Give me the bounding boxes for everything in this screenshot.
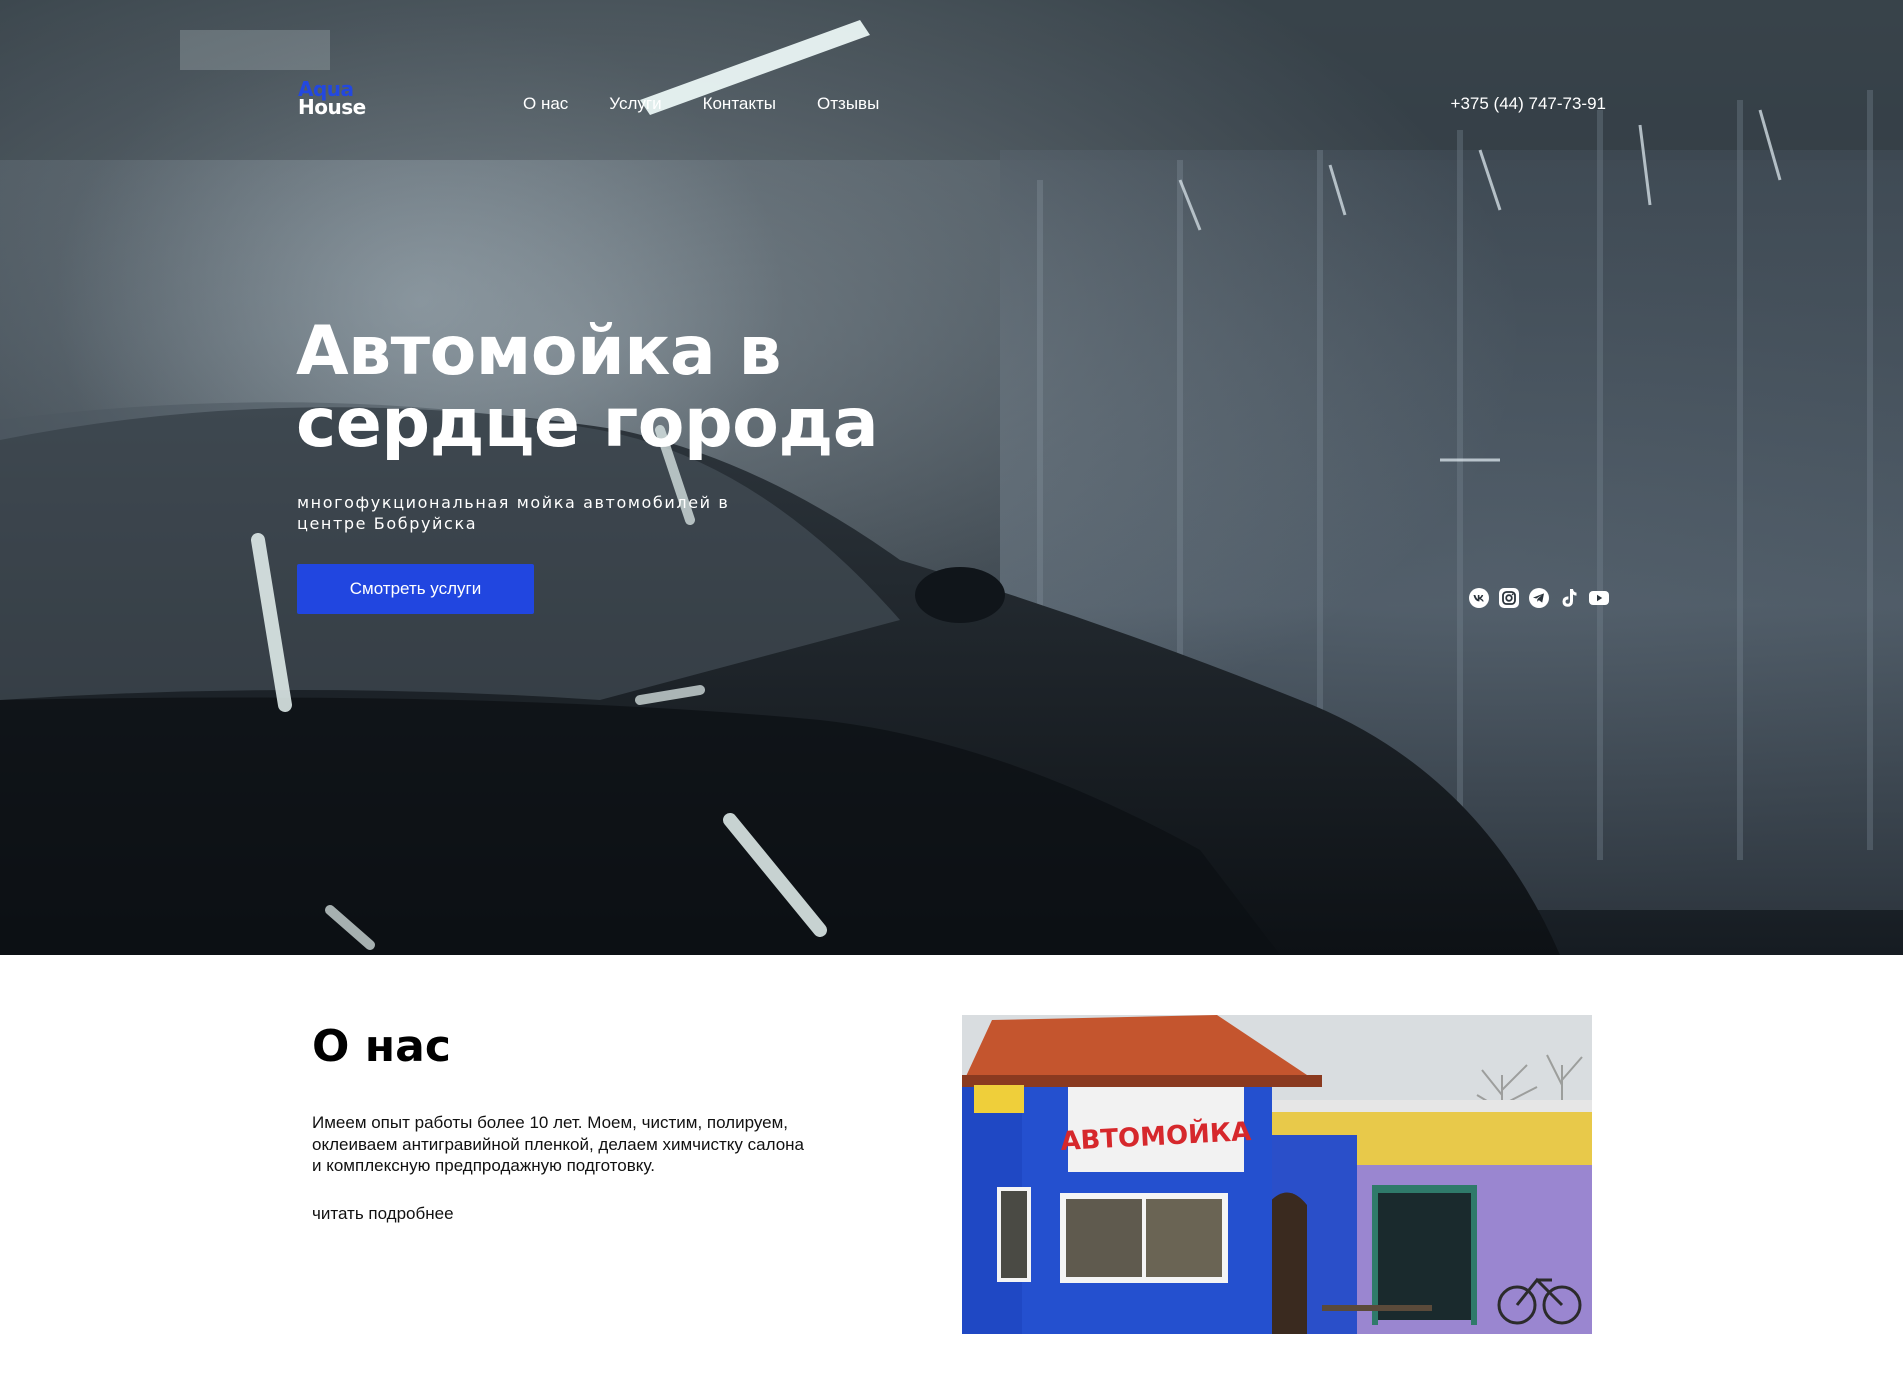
nav-link-reviews[interactable]: Отзывы bbox=[817, 93, 879, 117]
site-header: Aqua House О нас Услуги Контакты Отзывы … bbox=[0, 0, 1903, 200]
hero-section: Aqua House О нас Услуги Контакты Отзывы … bbox=[0, 0, 1903, 955]
about-text-line-1: Имеем опыт работы более 10 лет. Моем, чи… bbox=[312, 1113, 789, 1132]
building-illustration: АВТОМОЙКА bbox=[962, 1015, 1592, 1334]
about-text-line-3: и комплексную предпродажную подготовку. bbox=[312, 1156, 655, 1175]
hero-subtitle-line-1: многофукциональная мойка автомобилей в bbox=[297, 493, 730, 512]
vk-icon[interactable] bbox=[1468, 587, 1490, 609]
about-section: О нас Имеем опыт работы более 10 лет. Мо… bbox=[0, 955, 1903, 1394]
social-links bbox=[1468, 587, 1610, 609]
youtube-icon[interactable] bbox=[1588, 587, 1610, 609]
read-more-link[interactable]: читать подробнее bbox=[312, 1203, 454, 1225]
hero-subtitle-line-2: центре Бобруйска bbox=[297, 514, 478, 533]
about-text-line-2: оклеиваем антигравийной пленкой, делаем … bbox=[312, 1134, 805, 1154]
hero-title-line-1: Автомойка в bbox=[296, 312, 781, 391]
about-title: О нас bbox=[312, 1021, 451, 1072]
car-wash-building-photo: АВТОМОЙКА bbox=[962, 1015, 1592, 1334]
tiktok-icon[interactable] bbox=[1558, 587, 1580, 609]
nav-link-about[interactable]: О нас bbox=[523, 93, 568, 117]
telegram-icon[interactable] bbox=[1528, 587, 1550, 609]
logo-word-house: House bbox=[298, 95, 366, 119]
hero-title: Автомойка в сердце города bbox=[296, 316, 996, 460]
hero-subtitle: многофукциональная мойка автомобилей в ц… bbox=[297, 492, 767, 534]
nav-link-contacts[interactable]: Контакты bbox=[703, 93, 776, 117]
hero-title-line-2: сердце города bbox=[296, 384, 879, 463]
nav-link-services[interactable]: Услуги bbox=[609, 93, 661, 117]
about-description: Имеем опыт работы более 10 лет. Моем, чи… bbox=[312, 1112, 872, 1177]
main-navigation: О нас Услуги Контакты Отзывы bbox=[523, 93, 920, 117]
header-phone-link[interactable]: +375 (44) 747-73-91 bbox=[1451, 93, 1606, 115]
instagram-icon[interactable] bbox=[1498, 587, 1520, 609]
view-services-button[interactable]: Смотреть услуги bbox=[297, 564, 534, 614]
site-logo[interactable]: Aqua House bbox=[298, 79, 388, 120]
